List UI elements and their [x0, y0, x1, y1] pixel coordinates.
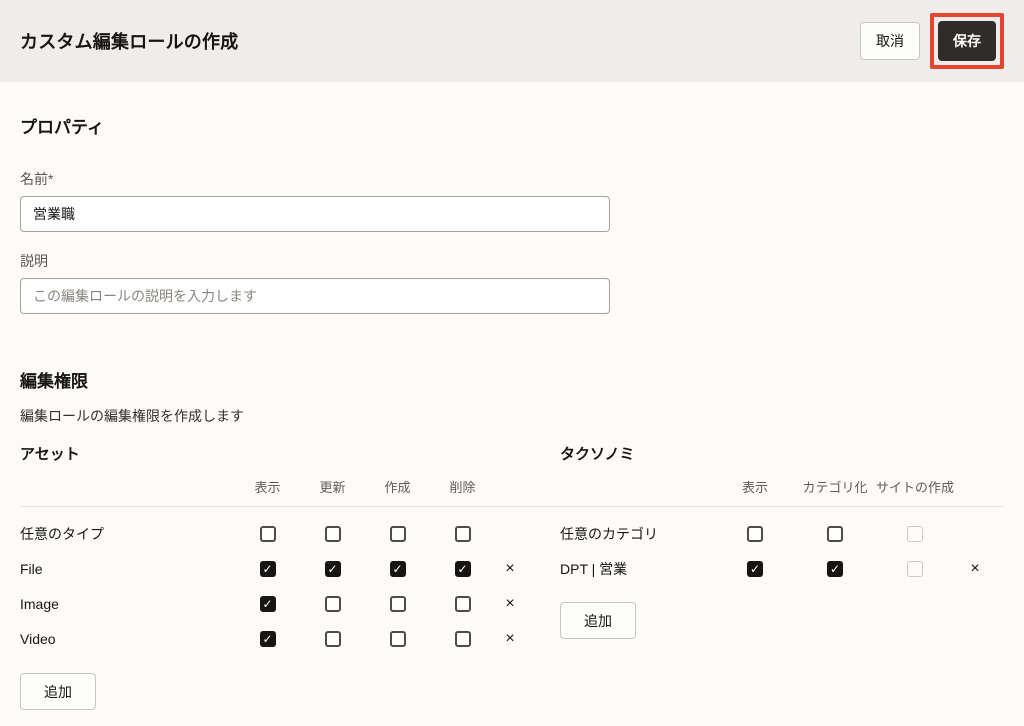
checkbox-unchecked[interactable]	[324, 595, 341, 612]
remove-cell: ×	[495, 594, 525, 614]
checkbox-cell	[235, 525, 300, 542]
checkbox-unchecked[interactable]	[389, 525, 406, 542]
checkbox-unchecked[interactable]	[324, 525, 341, 542]
table-row: DPT | 営業 ✓ ✓ ×	[560, 551, 1004, 586]
remove-cell: ×	[955, 559, 995, 579]
annotation-highlight-box: 保存	[930, 13, 1004, 69]
name-label: 名前*	[20, 171, 54, 187]
asset-table-title: アセット	[20, 446, 80, 463]
properties-heading: プロパティ	[20, 118, 104, 137]
checkbox-unchecked[interactable]	[259, 525, 276, 542]
checkbox-unchecked[interactable]	[324, 630, 341, 647]
checkbox-cell	[365, 630, 430, 647]
table-header-divider	[20, 506, 1004, 507]
checkbox-cell: ✓	[715, 560, 795, 577]
permissions-heading: 編集権限	[20, 372, 88, 391]
checkbox-cell: ✓	[430, 560, 495, 577]
checkbox-cell	[300, 525, 365, 542]
checkbox-unchecked[interactable]	[454, 595, 471, 612]
checkbox-disabled	[907, 525, 923, 542]
column-header: 作成	[384, 479, 411, 495]
column-header: 更新	[319, 479, 346, 495]
taxonomies-add-button[interactable]: 追加	[560, 602, 636, 639]
remove-row-button[interactable]: ×	[966, 559, 983, 579]
taxonomy-table-title: タクソノミ	[560, 446, 635, 463]
cancel-button[interactable]: 取消	[860, 22, 920, 60]
row-label: 任意のタイプ	[20, 525, 104, 542]
checkbox-cell	[875, 560, 955, 577]
remove-row-button[interactable]: ×	[501, 629, 518, 649]
checkbox-checked[interactable]: ✓	[827, 560, 843, 577]
description-label: 説明	[20, 253, 48, 269]
column-header: サイトの作成	[875, 479, 954, 495]
checkbox-cell	[430, 525, 495, 542]
main-content: プロパティ 名前* 説明 編集権限 編集ロールの編集権限を作成します アセット …	[0, 82, 1024, 710]
description-input[interactable]	[20, 278, 610, 314]
checkbox-cell: ✓	[365, 560, 430, 577]
asset-rows: 任意のタイプ File ✓ ✓ ✓ ✓ × Image ✓ × Video ✓ ×	[20, 506, 525, 656]
checkbox-cell	[715, 525, 795, 542]
checkbox-cell	[365, 595, 430, 612]
asset-column-headers: 表示 更新 作成 削除	[20, 466, 525, 506]
checkbox-checked[interactable]: ✓	[259, 560, 276, 577]
checkbox-cell	[365, 525, 430, 542]
permissions-subtitle: 編集ロールの編集権限を作成します	[20, 408, 244, 424]
remove-cell: ×	[495, 629, 525, 649]
checkbox-unchecked[interactable]	[827, 525, 843, 542]
remove-row-button[interactable]: ×	[501, 559, 518, 579]
column-header: カテゴリ化	[802, 479, 868, 495]
taxonomy-rows: 任意のカテゴリ DPT | 営業 ✓ ✓ ×	[560, 506, 1004, 586]
checkbox-unchecked[interactable]	[454, 525, 471, 542]
table-row: File ✓ ✓ ✓ ✓ ×	[20, 551, 525, 586]
table-row: 任意のカテゴリ	[560, 516, 1004, 551]
name-input[interactable]	[20, 196, 610, 232]
checkbox-cell: ✓	[235, 630, 300, 647]
row-label: Video	[20, 630, 56, 647]
checkbox-cell: ✓	[235, 560, 300, 577]
taxonomy-column-headers: 表示 カテゴリ化 サイトの作成	[560, 466, 1004, 506]
checkbox-unchecked[interactable]	[389, 595, 406, 612]
checkbox-cell	[430, 630, 495, 647]
header-bar: カスタム編集ロールの作成 取消 保存	[0, 0, 1024, 82]
save-button[interactable]: 保存	[938, 21, 996, 61]
header-actions: 取消 保存	[860, 13, 1004, 69]
checkbox-unchecked[interactable]	[454, 630, 471, 647]
checkbox-cell	[875, 525, 955, 542]
table-row: Video ✓ ×	[20, 621, 525, 656]
row-label: 任意のカテゴリ	[560, 525, 658, 542]
remove-cell: ×	[495, 559, 525, 579]
table-row: 任意のタイプ	[20, 516, 525, 551]
checkbox-checked[interactable]: ✓	[454, 560, 471, 577]
column-header: 表示	[254, 479, 281, 495]
row-label: DPT | 営業	[560, 560, 628, 577]
checkbox-cell: ✓	[795, 560, 875, 577]
checkbox-checked[interactable]: ✓	[747, 560, 763, 577]
checkbox-cell	[300, 595, 365, 612]
checkbox-cell: ✓	[235, 595, 300, 612]
checkbox-checked[interactable]: ✓	[389, 560, 406, 577]
checkbox-cell: ✓	[300, 560, 365, 577]
taxonomy-permissions-table: タクソノミ 表示 カテゴリ化 サイトの作成 任意のカテゴリ DPT | 営業 ✓ ✓ × 追…	[560, 444, 1004, 710]
row-label: File	[20, 560, 43, 577]
page-title: カスタム編集ロールの作成	[20, 32, 239, 52]
asset-permissions-table: アセット 表示 更新 作成 削除 任意のタイプ File ✓ ✓ ✓ ✓ × Image ✓ × Vide…	[20, 444, 525, 710]
checkbox-cell	[300, 630, 365, 647]
table-row: Image ✓ ×	[20, 586, 525, 621]
checkbox-cell	[795, 525, 875, 542]
assets-add-button[interactable]: 追加	[20, 673, 96, 710]
column-header: 表示	[741, 479, 768, 495]
checkbox-unchecked[interactable]	[389, 630, 406, 647]
checkbox-checked[interactable]: ✓	[259, 595, 276, 612]
checkbox-checked[interactable]: ✓	[259, 630, 276, 647]
checkbox-disabled	[907, 560, 923, 577]
checkbox-unchecked[interactable]	[747, 525, 763, 542]
remove-row-button[interactable]: ×	[501, 594, 518, 614]
row-label: Image	[20, 595, 59, 612]
column-header: 削除	[449, 479, 476, 495]
checkbox-checked[interactable]: ✓	[324, 560, 341, 577]
permission-tables: アセット 表示 更新 作成 削除 任意のタイプ File ✓ ✓ ✓ ✓ × Image ✓ × Vide…	[20, 444, 1004, 710]
checkbox-cell	[430, 595, 495, 612]
